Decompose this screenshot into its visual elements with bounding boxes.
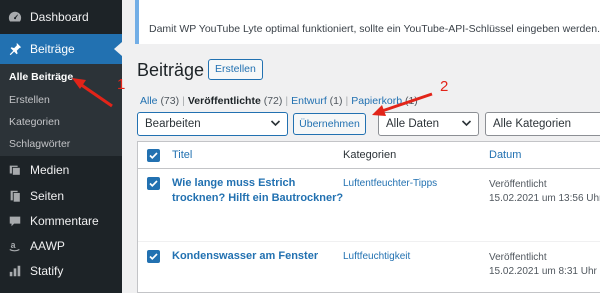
annotation-arrow-2	[372, 92, 433, 116]
annotation-label-1: 1	[117, 76, 126, 93]
annotation-label-2: 2	[440, 78, 449, 95]
annotation-arrow-1	[72, 78, 113, 108]
annotation-arrows	[72, 78, 433, 116]
